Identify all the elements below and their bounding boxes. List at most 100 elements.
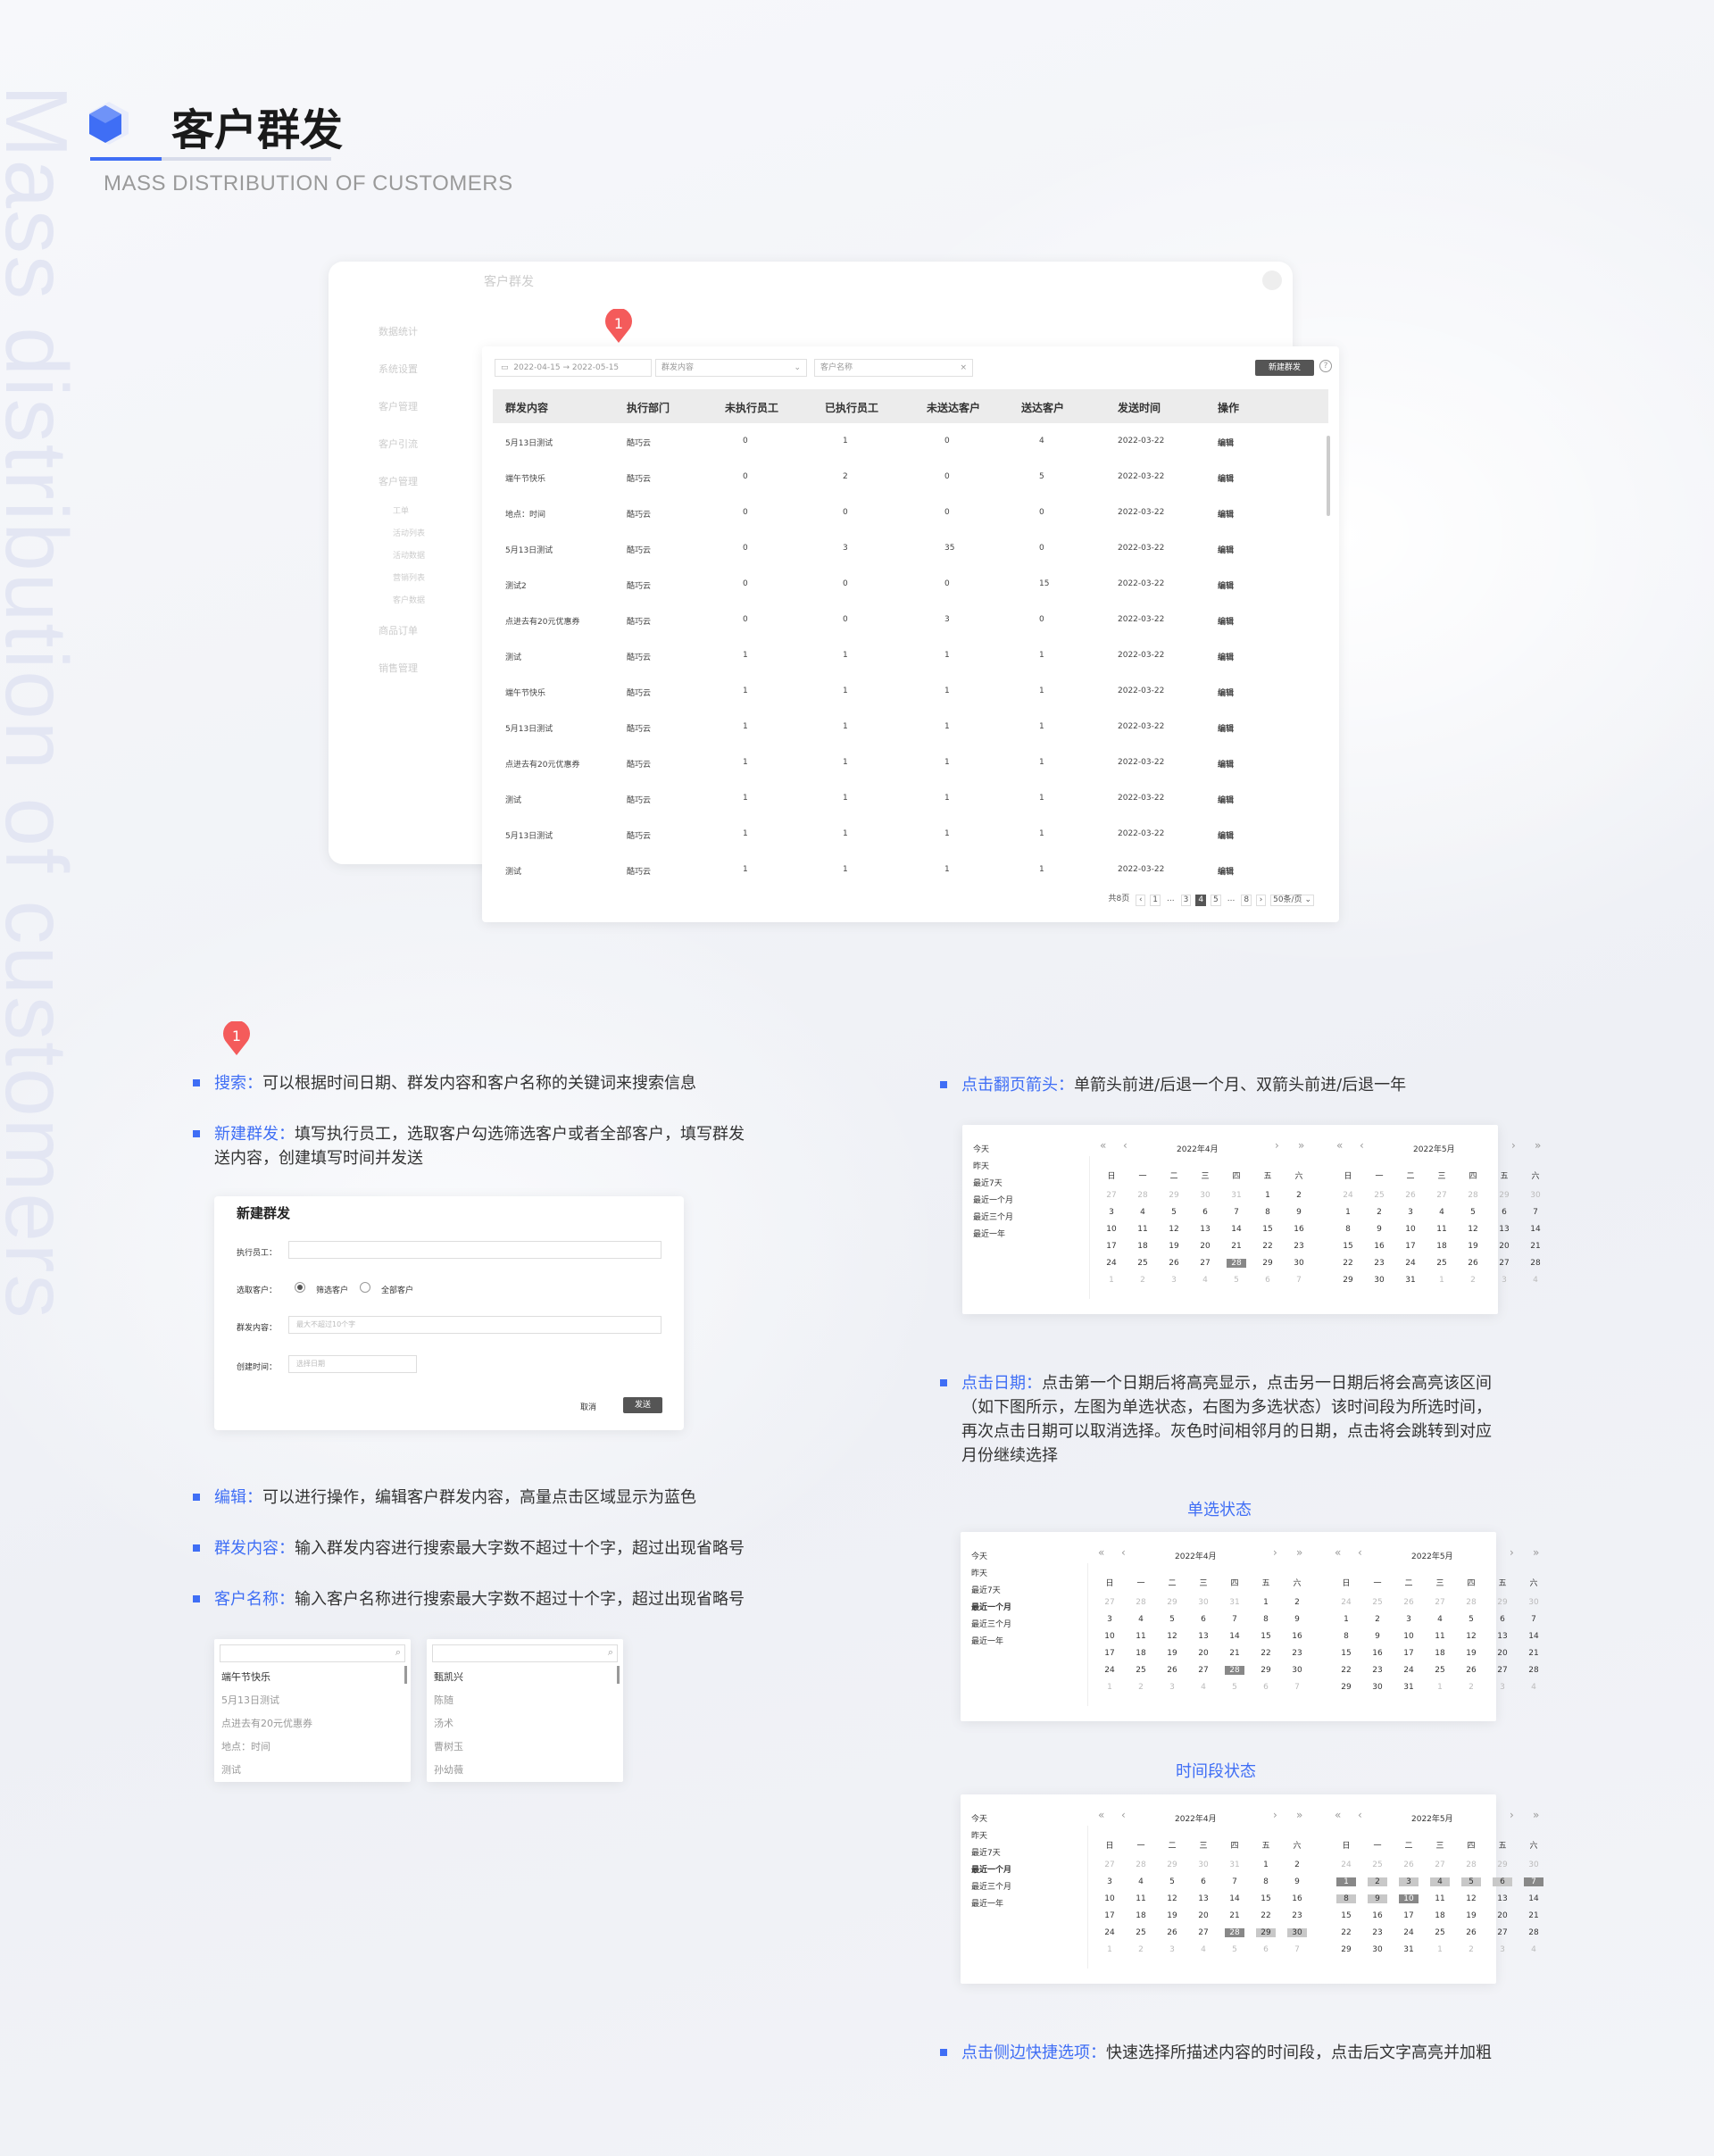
right-arrow-icon[interactable]: › — [1511, 1139, 1516, 1152]
scrollbar[interactable] — [1327, 436, 1330, 516]
date-cell[interactable]: 9 — [1369, 1225, 1389, 1234]
date-cell[interactable]: 31 — [1399, 1683, 1419, 1692]
quick-option[interactable]: 昨天 — [973, 1160, 989, 1171]
date-cell[interactable]: 8 — [1258, 1208, 1277, 1217]
date-cell[interactable]: 5 — [1461, 1615, 1481, 1624]
date-cell[interactable]: 6 — [1256, 1683, 1276, 1692]
date-cell[interactable]: 1 — [1258, 1191, 1277, 1200]
date-cell[interactable]: 28 — [1225, 1666, 1244, 1675]
date-cell[interactable]: 15 — [1336, 1649, 1356, 1658]
date-cell[interactable]: 26 — [1461, 1666, 1481, 1675]
date-cell[interactable]: 25 — [1430, 1666, 1450, 1675]
quick-option[interactable]: 最近一个月 — [971, 1863, 1011, 1875]
date-cell[interactable]: 14 — [1524, 1894, 1543, 1903]
date-cell[interactable]: 25 — [1368, 1860, 1387, 1869]
sidebar-subitem[interactable]: 客户数据 — [352, 590, 468, 612]
date-cell[interactable]: 13 — [1493, 1632, 1512, 1641]
quick-option[interactable]: 最近一个月 — [971, 1601, 1011, 1612]
quick-option[interactable]: 今天 — [971, 1550, 987, 1561]
date-cell[interactable]: 28 — [1227, 1259, 1246, 1268]
double-left-arrow-icon[interactable]: « — [1100, 1139, 1106, 1152]
edit-link[interactable]: 编辑 — [1218, 651, 1234, 662]
date-cell[interactable]: 29 — [1256, 1928, 1276, 1937]
date-cell[interactable]: 25 — [1369, 1191, 1389, 1200]
date-cell[interactable]: 11 — [1430, 1894, 1450, 1903]
date-cell[interactable]: 12 — [1164, 1225, 1184, 1234]
date-cell[interactable]: 4 — [1526, 1276, 1545, 1285]
page-button[interactable]: 3 — [1180, 895, 1192, 906]
quick-option[interactable]: 最近7天 — [971, 1584, 1001, 1595]
date-cell[interactable]: 30 — [1526, 1191, 1545, 1200]
date-cell[interactable]: 9 — [1368, 1894, 1387, 1903]
sidebar-item[interactable]: 销售管理 — [352, 650, 468, 687]
sidebar-item[interactable]: 数据统计 — [352, 313, 468, 351]
date-cell[interactable]: 13 — [1194, 1894, 1213, 1903]
date-cell[interactable]: 3 — [1399, 1615, 1419, 1624]
date-cell[interactable]: 19 — [1463, 1242, 1483, 1251]
date-cell[interactable]: 29 — [1258, 1259, 1277, 1268]
scrollbar[interactable] — [404, 1666, 407, 1684]
right-arrow-icon[interactable]: › — [1275, 1139, 1279, 1152]
date-cell[interactable]: 29 — [1336, 1683, 1356, 1692]
edit-link[interactable]: 编辑 — [1218, 829, 1234, 841]
date-cell[interactable]: 2 — [1287, 1860, 1307, 1869]
executor-input[interactable] — [288, 1241, 661, 1259]
list-item[interactable]: 端午节快乐 — [221, 1669, 270, 1684]
date-cell[interactable]: 7 — [1225, 1877, 1244, 1886]
date-cell[interactable]: 1 — [1100, 1945, 1119, 1954]
date-cell[interactable]: 19 — [1162, 1649, 1182, 1658]
date-cell[interactable]: 19 — [1162, 1911, 1182, 1920]
date-cell[interactable]: 10 — [1399, 1894, 1419, 1903]
date-cell[interactable]: 1 — [1430, 1683, 1450, 1692]
double-right-arrow-icon[interactable]: » — [1535, 1139, 1541, 1152]
date-cell[interactable]: 28 — [1131, 1598, 1151, 1607]
date-cell[interactable]: 7 — [1524, 1877, 1543, 1886]
date-cell[interactable]: 30 — [1524, 1860, 1543, 1869]
date-cell[interactable]: 13 — [1194, 1632, 1213, 1641]
date-cell[interactable]: 29 — [1162, 1860, 1182, 1869]
date-cell[interactable]: 23 — [1368, 1928, 1387, 1937]
page-button[interactable]: 8 — [1241, 895, 1252, 906]
date-cell[interactable]: 19 — [1164, 1242, 1184, 1251]
quick-option[interactable]: 最近三个月 — [971, 1618, 1011, 1629]
date-cell[interactable]: 29 — [1336, 1945, 1356, 1954]
date-cell[interactable]: 3 — [1100, 1615, 1119, 1624]
date-cell[interactable]: 4 — [1133, 1208, 1152, 1217]
radio-all-customers[interactable] — [360, 1282, 370, 1293]
list-item[interactable]: 孙幼薇 — [434, 1762, 463, 1777]
left-arrow-icon[interactable]: ‹ — [1358, 1546, 1362, 1559]
double-right-arrow-icon[interactable]: » — [1298, 1139, 1304, 1152]
left-arrow-icon[interactable]: ‹ — [1121, 1809, 1126, 1821]
date-cell[interactable]: 26 — [1399, 1860, 1419, 1869]
date-cell[interactable]: 10 — [1100, 1894, 1119, 1903]
date-cell[interactable]: 27 — [1493, 1666, 1512, 1675]
date-cell[interactable]: 25 — [1432, 1259, 1452, 1268]
date-cell[interactable]: 17 — [1399, 1649, 1419, 1658]
edit-link[interactable]: 编辑 — [1218, 758, 1234, 770]
date-cell[interactable]: 2 — [1463, 1276, 1483, 1285]
date-cell[interactable]: 26 — [1162, 1928, 1182, 1937]
date-cell[interactable]: 20 — [1194, 1911, 1213, 1920]
list-item[interactable]: 甄凯兴 — [434, 1669, 463, 1684]
quick-option[interactable]: 今天 — [971, 1812, 987, 1824]
date-cell[interactable]: 25 — [1368, 1598, 1387, 1607]
date-cell[interactable]: 12 — [1463, 1225, 1483, 1234]
new-mass-send-button[interactable]: 新建群发 — [1255, 360, 1314, 376]
date-cell[interactable]: 5 — [1225, 1683, 1244, 1692]
date-cell[interactable]: 4 — [1430, 1615, 1450, 1624]
date-cell[interactable]: 23 — [1289, 1242, 1309, 1251]
right-arrow-icon[interactable]: › — [1510, 1546, 1514, 1559]
sidebar-item[interactable]: 客户引流 — [352, 426, 468, 463]
left-arrow-icon[interactable]: ‹ — [1123, 1139, 1127, 1152]
edit-link[interactable]: 编辑 — [1218, 579, 1234, 591]
date-cell[interactable]: 29 — [1494, 1191, 1514, 1200]
date-cell[interactable]: 8 — [1338, 1225, 1358, 1234]
date-cell[interactable]: 24 — [1401, 1259, 1420, 1268]
edit-link[interactable]: 编辑 — [1218, 437, 1234, 448]
list-item[interactable]: 曹树玉 — [434, 1739, 463, 1753]
date-cell[interactable]: 7 — [1526, 1208, 1545, 1217]
date-cell[interactable]: 24 — [1100, 1666, 1119, 1675]
date-cell[interactable]: 2 — [1368, 1615, 1387, 1624]
date-cell[interactable]: 1 — [1338, 1208, 1358, 1217]
date-cell[interactable]: 14 — [1524, 1632, 1543, 1641]
